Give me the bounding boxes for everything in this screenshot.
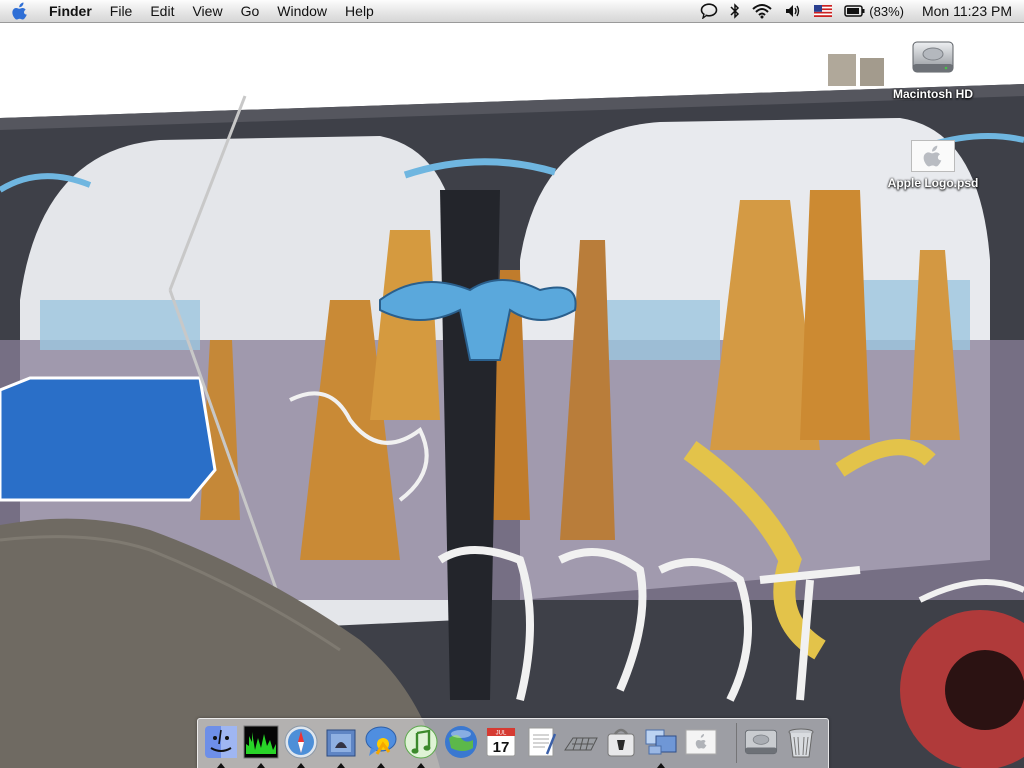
hard-drive-icon <box>878 34 988 83</box>
trash-icon <box>788 728 814 758</box>
dock-item-ical[interactable]: JUL 17 <box>482 723 520 761</box>
menu-finder[interactable]: Finder <box>40 0 101 22</box>
keyboard-icon <box>564 737 598 751</box>
dock-separator <box>736 723 737 763</box>
running-indicator <box>337 763 345 768</box>
ichat-icon <box>365 726 397 756</box>
battery-icon <box>844 5 865 17</box>
battery-percent: (83%) <box>869 3 904 19</box>
menu-edit[interactable]: Edit <box>141 0 183 22</box>
apple-logo-file-icon <box>685 729 717 755</box>
windows-icon <box>645 729 677 755</box>
running-indicator <box>257 763 265 768</box>
mail-icon <box>326 729 356 757</box>
dock: JUL 17 <box>197 718 829 768</box>
menu-window[interactable]: Window <box>268 0 336 22</box>
dock-item-expose[interactable] <box>642 723 680 761</box>
activity-monitor-icon <box>243 725 279 759</box>
dock-item-trash[interactable] <box>782 723 820 761</box>
running-indicator <box>297 763 305 768</box>
menu-file[interactable]: File <box>101 0 142 22</box>
dock-item-ichat[interactable] <box>362 723 400 761</box>
safari-icon <box>284 725 318 759</box>
dock-item-activity-monitor[interactable] <box>242 723 280 761</box>
dock-item-mail[interactable] <box>322 723 360 761</box>
running-indicator <box>217 763 225 768</box>
ical-icon: JUL 17 <box>486 727 516 757</box>
dock-item-finder[interactable] <box>202 723 240 761</box>
dock-item-terminal[interactable] <box>562 723 600 761</box>
desktop-icon-label: Macintosh HD <box>892 87 973 101</box>
psd-file-icon <box>911 140 955 172</box>
desktop-icon-apple-logo-psd[interactable]: Apple Logo.psd <box>878 140 988 190</box>
us-flag-input-icon[interactable] <box>808 0 838 22</box>
battery-status[interactable]: (83%) <box>838 0 910 22</box>
volume-icon[interactable] <box>778 0 808 22</box>
dock-item-iphoto[interactable] <box>442 723 480 761</box>
dock-item-itunes[interactable] <box>402 723 440 761</box>
dock-item-preview[interactable] <box>602 723 640 761</box>
running-indicator <box>657 763 665 768</box>
apple-menu-icon[interactable] <box>0 2 40 20</box>
iphoto-icon <box>445 726 477 758</box>
menu-view[interactable]: View <box>183 0 231 22</box>
finder-icon <box>205 726 237 758</box>
toolbox-icon <box>607 728 635 757</box>
ichat-status-icon[interactable] <box>694 0 724 22</box>
running-indicator <box>377 763 385 768</box>
ical-month: JUL <box>496 731 507 737</box>
dock-item-safari[interactable] <box>282 723 320 761</box>
menu-bar: Finder File Edit View Go Window Help (83… <box>0 0 1024 23</box>
menu-help[interactable]: Help <box>336 0 383 22</box>
dock-item-hard-drive[interactable] <box>742 723 780 761</box>
hard-drive-icon <box>744 729 778 755</box>
dock-item-textedit[interactable] <box>522 723 560 761</box>
bluetooth-icon[interactable] <box>724 0 746 22</box>
desktop-icon-label: Apple Logo.psd <box>887 176 979 190</box>
wallpaper-graffiti <box>0 0 1024 768</box>
ical-date: 17 <box>493 739 510 756</box>
desktop[interactable]: Finder File Edit View Go Window Help (83… <box>0 0 1024 768</box>
running-indicator <box>417 763 425 768</box>
itunes-icon <box>404 725 438 759</box>
desktop-icon-macintosh-hd[interactable]: Macintosh HD <box>878 34 988 101</box>
wifi-icon[interactable] <box>746 0 778 22</box>
menu-go[interactable]: Go <box>232 0 269 22</box>
menu-clock[interactable]: Mon 11:23 PM <box>910 3 1012 19</box>
textedit-icon <box>528 727 557 757</box>
dock-item-apple-document[interactable] <box>682 723 720 761</box>
